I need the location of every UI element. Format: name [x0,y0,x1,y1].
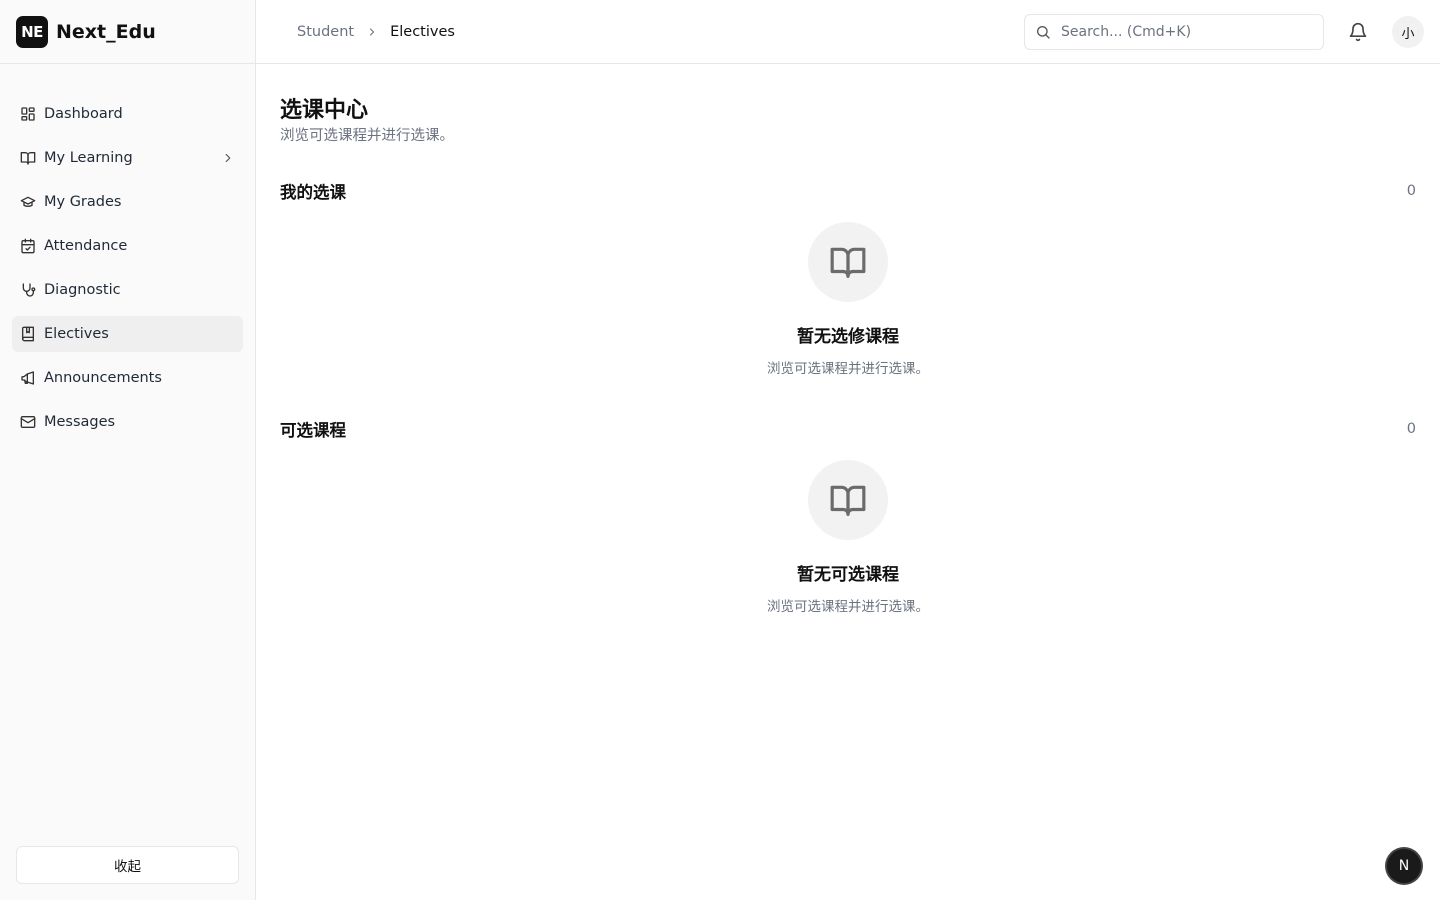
collapse-sidebar-button[interactable]: 收起 [16,846,239,884]
brand-logo: NE [16,15,48,48]
chevron-right-icon[interactable] [221,151,235,165]
sidebar-item-diagnostic[interactable]: Diagnostic [12,272,243,308]
sidebar-item-label: Announcements [44,370,162,386]
avatar[interactable]: 小 [1392,16,1424,48]
topbar: Student Electives 小 [256,0,1440,64]
empty-state-description: 浏览可选课程并进行选课。 [767,361,929,377]
brand-name: Next_Edu [56,20,156,43]
page-subtitle: 浏览可选课程并进行选课。 [280,128,454,144]
sidebar-nav: Dashboard My Learning My Grades Attendan… [0,96,255,440]
sidebar: NE Next_Edu Dashboard My Learning My Gra… [0,0,256,900]
breadcrumb-current: Electives [390,23,455,40]
dashboard-icon [20,106,36,122]
empty-state-description: 浏览可选课程并进行选课。 [767,599,929,615]
sidebar-item-announcements[interactable]: Announcements [12,360,243,396]
search-input[interactable] [1061,24,1301,40]
page-content: 选课中心 浏览可选课程并进行选课。 我的选课 0 暂无选修课程 浏览可选课程并进… [256,64,1440,615]
section-my-electives: 我的选课 0 暂无选修课程 浏览可选课程并进行选课。 [280,179,1416,377]
page-title: 选课中心 [280,98,369,123]
section-header: 可选课程 0 [280,417,1416,441]
sidebar-item-electives[interactable]: Electives [12,316,243,352]
main-area: Student Electives 小 选课中心 浏览可选课程并进行选课。 我的… [256,0,1440,900]
empty-state-title: 暂无选修课程 [797,327,899,347]
sidebar-item-label: Messages [44,414,116,430]
book-open-icon [808,460,888,540]
empty-state: 暂无可选课程 浏览可选课程并进行选课。 [280,460,1416,615]
sidebar-item-label: Diagnostic [44,282,121,298]
stethoscope-icon [20,282,36,298]
sidebar-item-my-grades[interactable]: My Grades [12,184,243,220]
brand[interactable]: NE Next_Edu [0,0,255,64]
graduation-cap-icon [20,194,36,210]
section-title: 我的选课 [280,183,346,202]
section-count: 0 [1406,183,1416,199]
section-count: 0 [1406,421,1416,437]
book-open-icon [20,150,36,166]
section-header: 我的选课 0 [280,179,1416,203]
sidebar-item-label: Electives [44,326,109,342]
chevron-right-icon [366,26,378,38]
breadcrumb-student-link[interactable]: Student [297,24,354,40]
book-open-icon [808,222,888,302]
sidebar-item-attendance[interactable]: Attendance [12,228,243,264]
mail-icon [20,414,36,430]
sidebar-item-messages[interactable]: Messages [12,404,243,440]
sidebar-item-label: Dashboard [44,106,123,122]
search-box[interactable] [1024,14,1324,50]
sidebar-item-label: Attendance [44,238,128,254]
sidebar-item-label: My Grades [44,194,122,210]
app: NE Next_Edu Dashboard My Learning My Gra… [0,0,1440,900]
search-icon [1037,26,1050,39]
section-title: 可选课程 [280,421,346,440]
bell-icon[interactable] [1348,22,1368,42]
empty-state-title: 暂无可选课程 [797,565,899,585]
sidebar-item-label: My Learning [44,150,133,166]
bookmark-book-icon [20,326,36,342]
breadcrumb: Student Electives [297,24,455,40]
sidebar-item-dashboard[interactable]: Dashboard [12,96,243,132]
dev-tools-button[interactable]: N [1387,849,1421,883]
sidebar-item-my-learning[interactable]: My Learning [12,140,243,176]
calendar-check-icon [20,238,36,254]
section-available-courses: 可选课程 0 暂无可选课程 浏览可选课程并进行选课。 [280,417,1416,615]
megaphone-icon [20,370,36,386]
empty-state: 暂无选修课程 浏览可选课程并进行选课。 [280,222,1416,377]
